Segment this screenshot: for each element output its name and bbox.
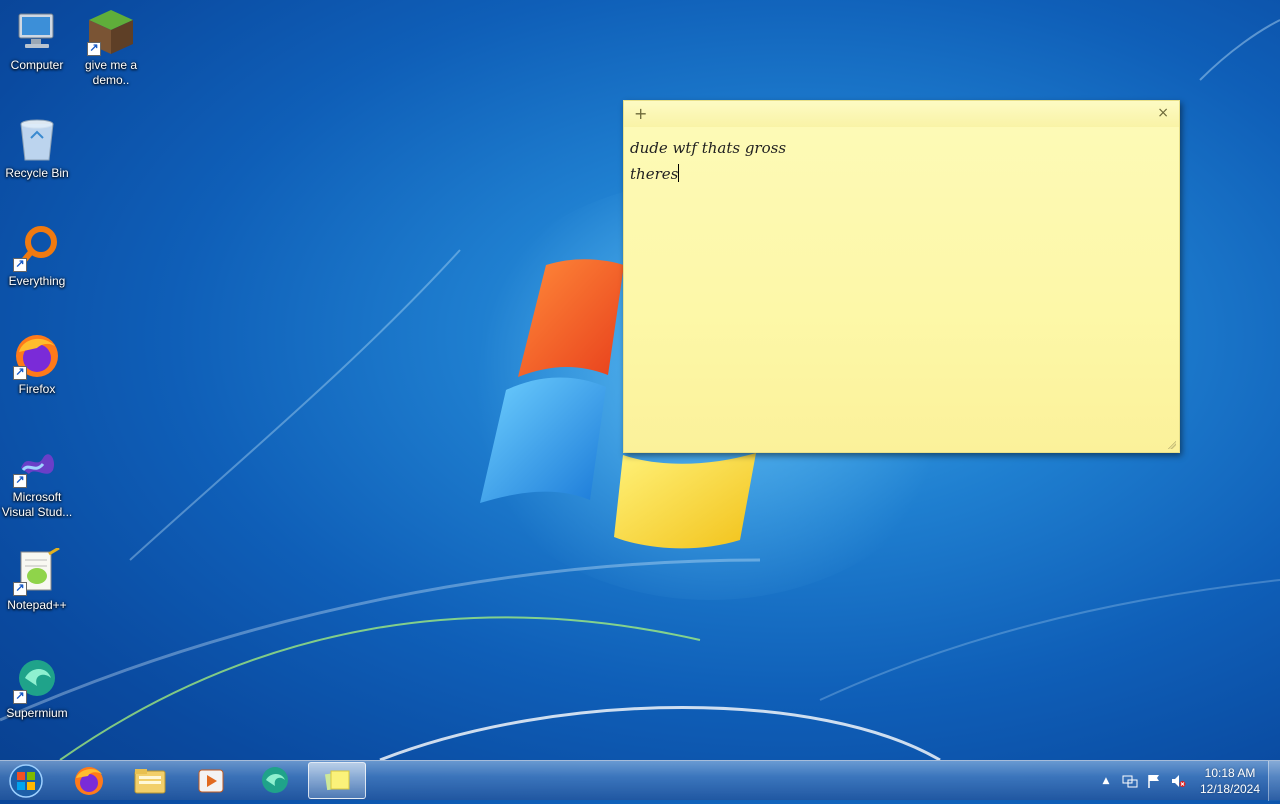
supermium-icon: ↗ xyxy=(13,656,61,704)
note-line: theres xyxy=(630,165,679,183)
note-line: dude wtf thats gross xyxy=(630,139,787,157)
desktop-icon-label: Notepad++ xyxy=(7,598,67,612)
shortcut-arrow-icon: ↗ xyxy=(13,690,27,704)
shortcut-arrow-icon: ↗ xyxy=(13,582,27,596)
desktop-icon-visual-studio[interactable]: ↗ Microsoft Visual Stud... xyxy=(0,440,74,520)
clock-date: 12/18/2024 xyxy=(1199,782,1261,796)
sticky-notes-icon xyxy=(324,770,350,791)
action-center-flag-icon[interactable] xyxy=(1146,773,1162,789)
desktop-icon-label: Everything xyxy=(8,274,66,288)
firefox-icon: ↗ xyxy=(13,332,61,380)
minecraft-grass-block-icon: ↗ xyxy=(87,8,135,56)
note-line-current: theres xyxy=(630,161,1169,187)
desktop-icon-minecraft-demo[interactable]: ↗ give me a demo.. xyxy=(74,8,148,88)
resize-grip[interactable] xyxy=(1168,441,1176,449)
desktop-icon-label: Supermium xyxy=(6,706,68,720)
show-hidden-icons-button[interactable]: ▲ xyxy=(1098,773,1114,789)
sticky-note-text-area[interactable]: dude wtf thats gross theres xyxy=(630,135,1169,187)
start-button[interactable] xyxy=(4,762,48,800)
desktop-icon-label: Microsoft Visual Stud... xyxy=(1,490,73,519)
shortcut-arrow-icon: ↗ xyxy=(13,474,27,488)
desktop-icon-supermium[interactable]: ↗ Supermium xyxy=(0,656,74,721)
computer-icon xyxy=(13,8,61,56)
desktop-icon-label: Computer xyxy=(10,58,64,72)
taskbar-explorer-button[interactable] xyxy=(121,762,179,799)
taskbar-supermium-button[interactable] xyxy=(246,762,304,799)
new-note-button[interactable]: + xyxy=(634,104,647,123)
desktop-icon-everything[interactable]: ↗ Everything xyxy=(0,224,74,289)
supermium-icon xyxy=(262,767,288,793)
folder-icon xyxy=(134,769,166,794)
firefox-icon xyxy=(75,767,103,795)
shortcut-arrow-icon: ↗ xyxy=(13,258,27,272)
show-desktop-button[interactable] xyxy=(1268,761,1280,801)
recycle-bin-icon xyxy=(13,116,61,164)
volume-muted-icon[interactable] xyxy=(1170,773,1186,789)
shortcut-arrow-icon: ↗ xyxy=(13,366,27,380)
notepad-plus-plus-icon: ↗ xyxy=(13,546,61,596)
desktop-icon-computer[interactable]: Computer xyxy=(0,8,74,73)
taskbar-firefox-button[interactable] xyxy=(60,762,118,799)
desktop-icon-label: Recycle Bin xyxy=(5,166,69,180)
taskbar-media-player-button[interactable] xyxy=(182,762,240,799)
system-clock[interactable]: 10:18 AM 12/18/2024 xyxy=(1196,765,1264,797)
delete-note-button[interactable]: × xyxy=(1157,105,1169,121)
everything-search-icon: ↗ xyxy=(13,224,61,272)
desktop-icon-label: give me a demo.. xyxy=(84,58,138,87)
taskbar: ▲ 10:18 AM 12/18/2024 xyxy=(0,760,1280,801)
text-caret xyxy=(678,164,680,182)
taskbar-sticky-notes-button[interactable] xyxy=(308,762,366,799)
clock-time: 10:18 AM xyxy=(1204,766,1256,780)
windows-orb-icon xyxy=(9,764,43,798)
desktop-icon-recycle-bin[interactable]: Recycle Bin xyxy=(0,116,74,181)
desktop-icon-notepad-plus-plus[interactable]: ↗ Notepad++ xyxy=(0,546,74,613)
desktop-icon-firefox[interactable]: ↗ Firefox xyxy=(0,332,74,397)
sticky-note-titlebar[interactable]: + × xyxy=(624,101,1179,127)
shortcut-arrow-icon: ↗ xyxy=(87,42,101,56)
media-player-icon xyxy=(198,769,224,793)
visual-studio-icon: ↗ xyxy=(13,440,61,488)
sticky-note-window[interactable]: + × dude wtf thats gross theres xyxy=(623,100,1180,453)
desktop: Computer ↗ give me a demo.. Recycle Bin … xyxy=(0,0,1280,760)
desktop-icon-label: Firefox xyxy=(18,382,56,396)
network-icon[interactable] xyxy=(1122,773,1138,789)
